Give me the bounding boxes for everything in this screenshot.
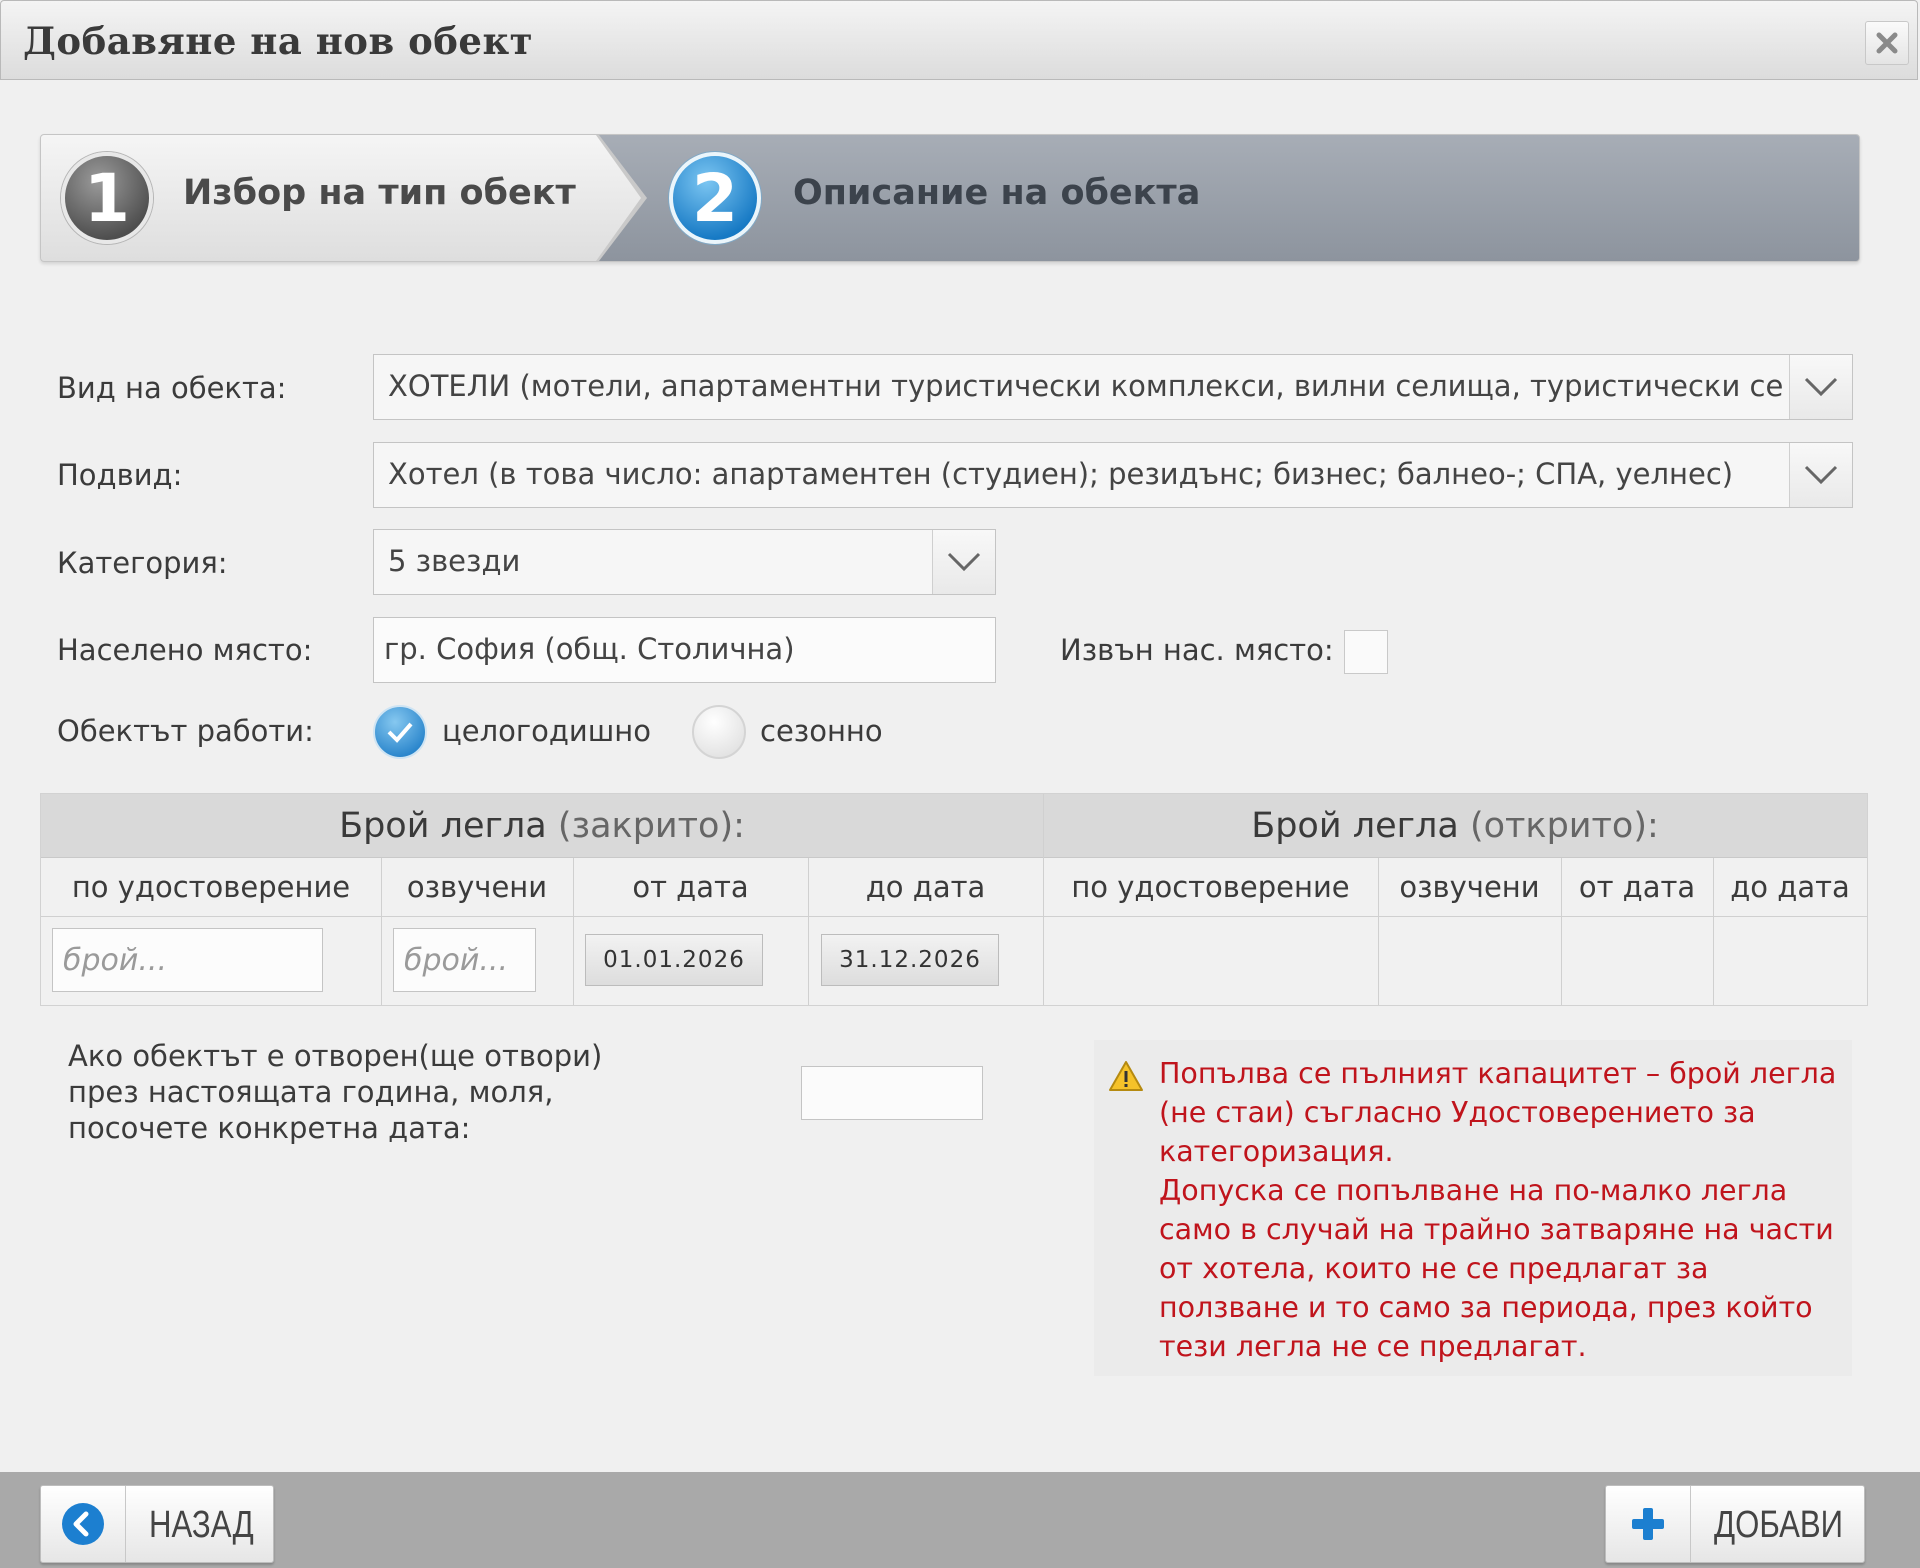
checkmark-icon xyxy=(387,722,413,743)
outside-settlement-label: Извън нас. място: xyxy=(1060,633,1334,667)
beds-table: Брой легла (закрито): Брой легла (открит… xyxy=(40,793,1868,1006)
closed-certificate-header: по удостоверение xyxy=(71,870,351,904)
type-select[interactable]: ХОТЕЛИ (мотели, апартаментни туристическ… xyxy=(373,354,1853,420)
closed-to-date[interactable]: 31.12.2026 xyxy=(821,934,999,986)
closed-to-header: до дата xyxy=(865,870,986,904)
plus-icon xyxy=(1632,1508,1664,1540)
step-2-number: 2 xyxy=(669,152,761,244)
closed-voiced-header: озвучени xyxy=(406,870,548,904)
settlement-value: гр. София (общ. Столична) xyxy=(384,632,795,666)
step-1-number: 1 xyxy=(61,152,153,244)
close-icon xyxy=(1876,32,1898,54)
closed-certificate-input[interactable]: брой... xyxy=(52,928,323,992)
type-dropdown-button[interactable] xyxy=(1789,355,1852,419)
notice-text-1: Попълва се пълният капацитет – брой легл… xyxy=(1159,1057,1837,1168)
beds-closed-header: Брой легла (закрито): xyxy=(41,794,1043,858)
category-value: 5 звезди xyxy=(388,544,521,578)
step-2-label: Описание на обекта xyxy=(793,173,1201,213)
warning-icon xyxy=(1109,1061,1143,1091)
notice-text-2: Допуска се попълване на по-малко легла с… xyxy=(1159,1174,1834,1363)
type-label: Вид на обекта: xyxy=(57,371,287,405)
wizard-steps: 1 Избор на тип обект 2 Описание на обект… xyxy=(40,134,1860,262)
settlement-label: Населено място: xyxy=(57,633,313,667)
dialog-titlebar: Добавяне на нов обект xyxy=(0,0,1918,80)
outside-settlement-checkbox[interactable] xyxy=(1344,630,1388,674)
open-certificate-header: по удостоверение xyxy=(1071,870,1350,904)
chevron-down-icon xyxy=(1804,465,1838,485)
beds-open-header: Брой легла (открито): xyxy=(1043,794,1867,858)
category-dropdown-button[interactable] xyxy=(932,530,995,594)
operation-label: Обектът работи: xyxy=(57,714,314,748)
subtype-value: Хотел (в това число: апартаментен (студи… xyxy=(388,457,1734,491)
subtype-dropdown-button[interactable] xyxy=(1789,443,1852,507)
radio-seasonal[interactable] xyxy=(692,705,746,759)
open-from-header: от дата xyxy=(1578,870,1696,904)
type-value: ХОТЕЛИ (мотели, апартаментни туристическ… xyxy=(388,369,1783,403)
settlement-input[interactable]: гр. София (общ. Столична) xyxy=(373,617,996,683)
chevron-down-icon xyxy=(947,552,981,572)
open-voiced-header: озвучени xyxy=(1399,870,1540,904)
closed-from-header: от дата xyxy=(632,870,749,904)
radio-year-round[interactable] xyxy=(373,705,427,759)
step-1-label: Избор на тип обект xyxy=(183,173,576,213)
back-arrow-icon xyxy=(62,1503,104,1545)
add-button[interactable]: ДОБАВИ xyxy=(1605,1485,1865,1563)
radio-year-round-label[interactable]: целогодишно xyxy=(442,714,651,748)
open-to-header: до дата xyxy=(1730,870,1850,904)
category-select[interactable]: 5 звезди xyxy=(373,529,996,595)
capacity-notice: Попълва се пълният капацитет – брой легл… xyxy=(1094,1040,1852,1376)
opening-date-input[interactable] xyxy=(801,1066,983,1120)
closed-from-date[interactable]: 01.01.2026 xyxy=(585,934,763,986)
opening-date-label: Ако обектът е отворен(ще отвори) през на… xyxy=(68,1039,603,1145)
radio-seasonal-label[interactable]: сезонно xyxy=(760,714,883,748)
back-button-label: НАЗАД xyxy=(149,1504,254,1546)
add-button-label: ДОБАВИ xyxy=(1714,1504,1844,1546)
subtype-select[interactable]: Хотел (в това число: апартаментен (студи… xyxy=(373,442,1853,508)
dialog-title: Добавяне на нов обект xyxy=(23,19,534,63)
category-label: Категория: xyxy=(57,546,228,580)
close-button[interactable] xyxy=(1865,21,1909,65)
back-button[interactable]: НАЗАД xyxy=(40,1485,274,1563)
closed-voiced-input[interactable]: брой... xyxy=(393,928,536,992)
chevron-down-icon xyxy=(1804,377,1838,397)
subtype-label: Подвид: xyxy=(57,458,183,492)
